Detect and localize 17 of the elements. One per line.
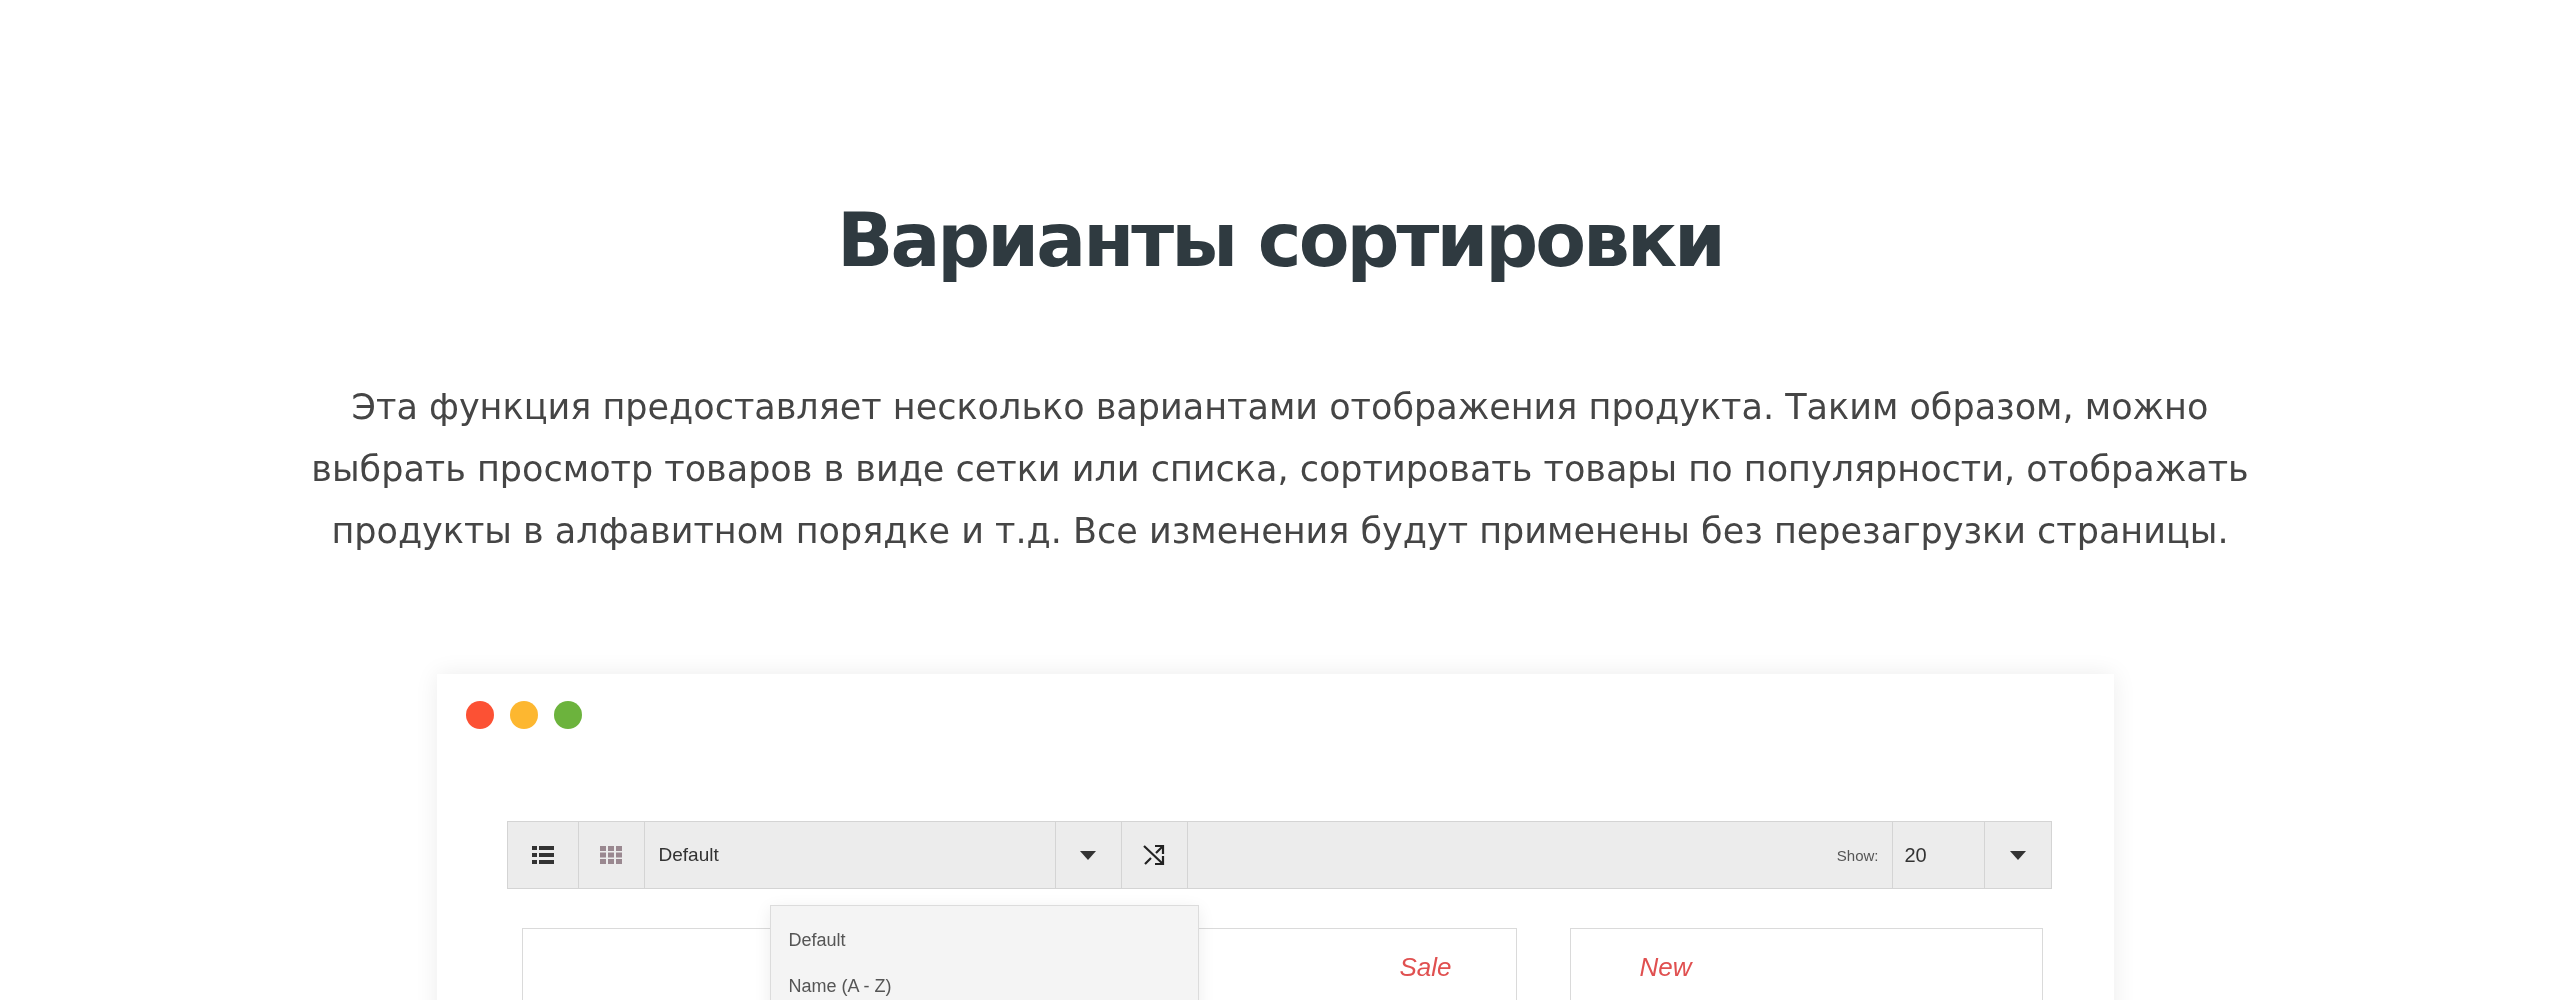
minimize-dot-icon xyxy=(509,701,538,729)
product-label: Sale xyxy=(1399,951,1452,983)
show-count-select[interactable]: 20 xyxy=(1891,822,1985,888)
shuffle-icon xyxy=(1142,843,1166,867)
list-view-icon xyxy=(531,846,554,864)
caret-icon xyxy=(1080,850,1096,860)
description-text: Эта функция предоставляет несколько вариантами отображения продукта. Таким образом, можно выбрать просмотр товаров в виде сетки или списка, сортировать товары по популярности, отображать продукты в алфавитном порядке и т.д. Все изменения будут применены без перезагрузки страницы. xyxy=(310,386,2250,553)
sort-select[interactable]: Default xyxy=(644,822,1056,888)
maximize-dot-icon xyxy=(553,701,582,729)
grid-view-icon xyxy=(600,846,622,864)
show-label: Show: xyxy=(1836,846,1879,864)
product-label: New xyxy=(1639,951,1692,983)
section-heading: Варианты сортировки xyxy=(837,196,1723,284)
sort-option[interactable]: Name (A - Z) xyxy=(770,974,892,998)
caret-icon xyxy=(2009,850,2026,860)
close-dot-icon xyxy=(465,701,494,729)
sort-option[interactable]: Default xyxy=(770,928,846,952)
